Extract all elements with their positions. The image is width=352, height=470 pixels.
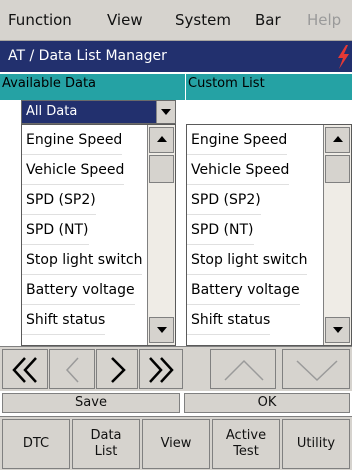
save-button[interactable]: Save	[2, 393, 180, 413]
menu-help: Help	[307, 11, 342, 29]
scroll-down-button[interactable]	[149, 317, 174, 343]
right-chevron-icon	[111, 357, 126, 383]
custom-item[interactable]: Engine Speed	[187, 125, 288, 155]
available-item[interactable]: Vehicle Speed	[22, 155, 125, 185]
available-item[interactable]: SPD (NT)	[22, 215, 89, 245]
tab-dtc[interactable]: DTC	[2, 419, 70, 469]
double-right-chevron-icon	[149, 357, 174, 383]
move-down-button	[282, 349, 350, 389]
custom-item[interactable]: Stop light switch	[187, 245, 308, 275]
tab-utility[interactable]: Utility	[282, 419, 350, 469]
navigation-button-row	[0, 346, 352, 391]
menu-bar: Function View System Bar Help	[0, 0, 352, 41]
move-all-left-button[interactable]	[2, 349, 48, 389]
menu-function[interactable]: Function	[8, 0, 72, 40]
double-left-chevron-icon	[12, 357, 37, 383]
available-item[interactable]: Engine Speed	[22, 125, 123, 155]
left-margin	[0, 100, 21, 346]
bottom-tab-bar: DTC Data List View Active Test Utility	[0, 416, 352, 470]
available-item[interactable]: Shift status	[22, 305, 106, 335]
custom-scrollbar[interactable]	[323, 125, 351, 345]
chevron-down-icon	[161, 109, 171, 115]
custom-item[interactable]: Battery voltage	[187, 275, 300, 305]
custom-item[interactable]: SPD (NT)	[187, 215, 254, 245]
menu-system[interactable]: System	[175, 0, 231, 40]
move-up-button	[210, 349, 276, 389]
data-filter-dropdown[interactable]: All Data	[21, 100, 176, 124]
scroll-up-button[interactable]	[325, 127, 350, 153]
action-button-row: Save OK	[0, 391, 352, 415]
move-all-right-button[interactable]	[139, 349, 183, 389]
red-lightning-bolt-icon	[338, 45, 349, 69]
scroll-thumb[interactable]	[325, 155, 350, 183]
chevron-up-icon	[333, 136, 343, 142]
move-right-button[interactable]	[96, 349, 138, 389]
tab-active-test[interactable]: Active Test	[212, 419, 280, 469]
available-item[interactable]: SPD (SP2)	[22, 185, 96, 215]
tab-data-list[interactable]: Data List	[72, 419, 140, 469]
available-data-header: Available Data	[0, 74, 185, 100]
available-item[interactable]: Battery voltage	[22, 275, 135, 305]
window-title-bar: AT / Data List Manager	[0, 41, 352, 74]
available-item[interactable]: Stop light switch	[22, 245, 143, 275]
scroll-down-button[interactable]	[325, 317, 350, 343]
tab-view[interactable]: View	[142, 419, 210, 469]
custom-item[interactable]: Vehicle Speed	[187, 155, 290, 185]
move-left-button	[49, 349, 95, 389]
ok-button[interactable]: OK	[184, 393, 350, 413]
data-list-manager-app: Function View System Bar Help AT / Data …	[0, 0, 352, 470]
available-data-list[interactable]: Engine Speed Vehicle Speed SPD (SP2) SPD…	[21, 124, 176, 346]
custom-item[interactable]: SPD (SP2)	[187, 185, 261, 215]
window-title: AT / Data List Manager	[8, 48, 167, 64]
dropdown-selected-value[interactable]: All Data	[22, 101, 157, 123]
menu-bar-item[interactable]: Bar	[255, 0, 281, 40]
custom-list-header: Custom List	[186, 74, 352, 100]
chevron-up-icon	[157, 136, 167, 142]
custom-item[interactable]: Shift status	[187, 305, 271, 335]
scroll-thumb[interactable]	[149, 155, 174, 183]
chevron-down-icon	[333, 327, 343, 333]
menu-view[interactable]: View	[107, 0, 143, 40]
available-scrollbar[interactable]	[147, 125, 175, 345]
left-chevron-icon	[65, 357, 79, 383]
up-chevron-icon	[224, 359, 264, 381]
dropdown-arrow-button[interactable]	[156, 101, 175, 123]
down-chevron-icon	[296, 360, 338, 382]
custom-list[interactable]: Engine Speed Vehicle Speed SPD (SP2) SPD…	[186, 124, 352, 346]
chevron-down-icon	[157, 327, 167, 333]
scroll-up-button[interactable]	[149, 127, 174, 153]
